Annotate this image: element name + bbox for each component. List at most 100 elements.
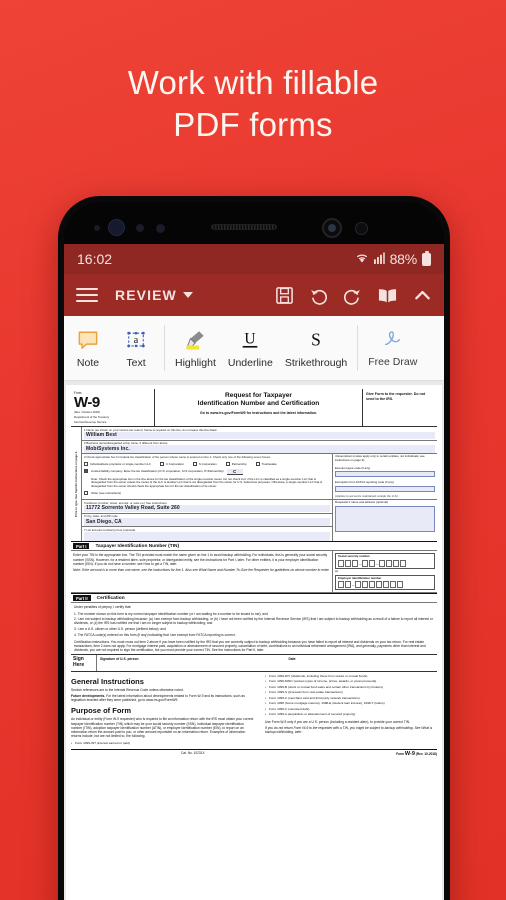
line-4-label: 4 Exemptions (codes apply only to certai… [335, 454, 425, 462]
tool-free-draw-label: Free Draw [368, 356, 418, 369]
list-item: Form 1099-S (proceeds from real estate t… [265, 690, 437, 695]
section-reference-text: Section references are to the Internal R… [71, 687, 184, 692]
list-item: Form 1099-DIV (dividends, including thos… [265, 674, 437, 679]
form-footer: Cat. No. 10231X Form W-9 (Rev. 10-2018) [71, 749, 437, 757]
purpose-of-form-heading: Purpose of Form [71, 706, 132, 716]
tool-highlight-label: Highlight [175, 356, 216, 369]
part-2-item-1: 1. The number shown on this form is my c… [74, 611, 268, 616]
tool-underline[interactable]: U Underline [222, 316, 279, 380]
tool-note-label: Note [76, 356, 100, 369]
promo-headline: Work with fillable PDF forms [0, 62, 506, 146]
list-item: Form 1099-MISC (various types of income,… [265, 679, 437, 684]
llc-note: Note: Check the appropriate box in the l… [91, 476, 323, 488]
checkbox-s-corp[interactable]: S Corporation [192, 461, 217, 467]
part-2-cert-instructions: Certification instructions. You must cro… [74, 639, 426, 653]
part-2-header: Part II Certification [71, 593, 437, 604]
tool-highlight[interactable]: Highlight [169, 316, 222, 380]
form-line-2[interactable]: 2 Business name/disregarded entity name,… [82, 441, 437, 455]
fatca-note: (Applies to accounts maintained outside … [335, 493, 399, 498]
checkbox-c-corp[interactable]: C Corporation [159, 461, 184, 467]
line-7-value[interactable] [84, 531, 330, 541]
checkbox-trust-estate[interactable]: Trust/estate [255, 461, 277, 467]
save-floppy-icon[interactable] [275, 286, 294, 305]
part-2-title: Certification [96, 595, 125, 601]
tool-text-label: Text [126, 356, 146, 369]
form-header: Form W-9 (Rev. October 2018) Department … [71, 389, 437, 428]
svg-text:S: S [311, 329, 321, 349]
form-number-label: W-9 [74, 394, 100, 411]
requester-field[interactable] [335, 506, 435, 533]
part-1-title: Taxpayer Identification Number (TIN) [95, 543, 180, 549]
checkbox-trust-estate-label: Trust/estate [261, 461, 277, 466]
tool-free-draw[interactable]: Free Draw [362, 316, 423, 380]
catalog-number-label: Cat. No. 10231X [181, 751, 205, 756]
signature-row[interactable]: Sign Here Signature of U.S. person Date [71, 654, 437, 672]
svg-text:a: a [134, 335, 139, 346]
line-6-value[interactable]: San Diego, CA [84, 518, 330, 526]
form-service-label: Internal Revenue Service [74, 419, 107, 424]
ssn-boxes[interactable]: – – [338, 560, 432, 568]
line-1-value[interactable]: William Best [84, 431, 435, 440]
other-row[interactable]: Other (see instructions) [82, 489, 332, 496]
checkbox-partnership-label: Partnership [231, 461, 247, 466]
other-label: Other (see instructions) [91, 490, 122, 495]
led-indicator-icon [156, 224, 165, 233]
ein-boxes[interactable]: – [338, 581, 432, 589]
exempt-payee-field[interactable] [335, 471, 435, 478]
line-3-label: 3 Check appropriate box for federal tax … [84, 455, 271, 460]
form-goto-label: Go to www.irs.gov/FormW9 for instruction… [200, 411, 317, 416]
checkbox-partnership[interactable]: Partnership [225, 461, 247, 467]
list-item: Form 1099-INT (interest earned or paid) [71, 741, 255, 746]
part-2-item-3: 3. I am a U.S. citizen or other U.S. per… [74, 627, 166, 632]
fatca-field[interactable] [335, 485, 435, 492]
tool-strikethrough[interactable]: S Strikethrough [279, 316, 353, 380]
book-reading-icon[interactable] [377, 286, 398, 305]
form-line-7[interactable]: 7 List account number(s) here (optional) [82, 527, 332, 541]
checkbox-individual[interactable]: Individual/sole proprietor or single-mem… [84, 462, 151, 467]
hamburger-menu-icon[interactable] [76, 284, 98, 306]
part-2-intro: Under penalties of perjury, I certify th… [74, 605, 132, 610]
underline-icon: U [239, 328, 261, 352]
part-1-badge: Part I [73, 543, 90, 550]
part-2-item-4: 4. The FATCA code(s) entered on this for… [74, 632, 236, 637]
fatca-label: Exemption from FATCA reporting code (if … [335, 480, 394, 485]
status-bar: 16:02 88% [64, 244, 444, 274]
form-body: Print or type. See Specific Instructions… [71, 427, 437, 542]
battery-percent-label: 88% [389, 251, 418, 267]
tool-text[interactable]: a Text [112, 316, 160, 380]
redo-icon[interactable] [343, 286, 362, 305]
form-header-center: Request for Taxpayer Identification Numb… [155, 389, 363, 427]
text-box-icon: a [125, 328, 147, 352]
line-2-value[interactable]: MobiSystems Inc. [84, 445, 435, 453]
checkbox-other[interactable] [84, 491, 88, 496]
chevron-up-icon[interactable] [413, 286, 432, 305]
ssn-label: Social security number [338, 554, 370, 559]
form-line-6[interactable]: 6 City, state, and ZIP code San Diego, C… [82, 514, 332, 528]
phone-screen: 16:02 88% REVIEW Note a Text Highlight U… [64, 202, 444, 900]
list-item: Form 1099-C (canceled debt) [265, 707, 437, 712]
svg-text:U: U [245, 330, 256, 347]
form-line-1[interactable]: 1 Name (as shown on your income tax retu… [82, 427, 437, 441]
llc-row[interactable]: Limited liability company. Enter the tax… [82, 468, 332, 477]
tool-strikethrough-label: Strikethrough [284, 356, 348, 369]
footer-form-number: W-9 [404, 751, 415, 758]
status-bar-time: 16:02 [77, 251, 113, 267]
line-5-value[interactable]: 11772 Sorrento Valley Road, Suite 260 [84, 504, 330, 513]
undo-icon[interactable] [309, 286, 328, 305]
front-camera-icon [322, 218, 342, 238]
review-mode-dropdown[interactable]: REVIEW [115, 287, 193, 303]
tool-divider-2 [357, 325, 359, 371]
wifi-icon [355, 251, 369, 267]
strikethrough-icon: S [305, 328, 327, 352]
sign-here-label: Sign Here [71, 655, 97, 671]
tool-note[interactable]: Note [64, 316, 112, 380]
footer-form-revision: (Rev. 10-2018) [415, 752, 437, 757]
requester-label: Requester's name and address (optional) [335, 500, 388, 505]
checkbox-c-corp-label: C Corporation [165, 461, 184, 466]
form-line-5[interactable]: 5 Address (number, street, and apt. or s… [82, 500, 332, 514]
llc-classification-value[interactable]: C [226, 469, 243, 476]
checkbox-llc[interactable] [84, 469, 88, 474]
checkbox-s-corp-label: S Corporation [198, 461, 217, 466]
note-comment-icon [77, 328, 99, 352]
pdf-document-viewport[interactable]: Form W-9 (Rev. October 2018) Department … [64, 381, 444, 900]
